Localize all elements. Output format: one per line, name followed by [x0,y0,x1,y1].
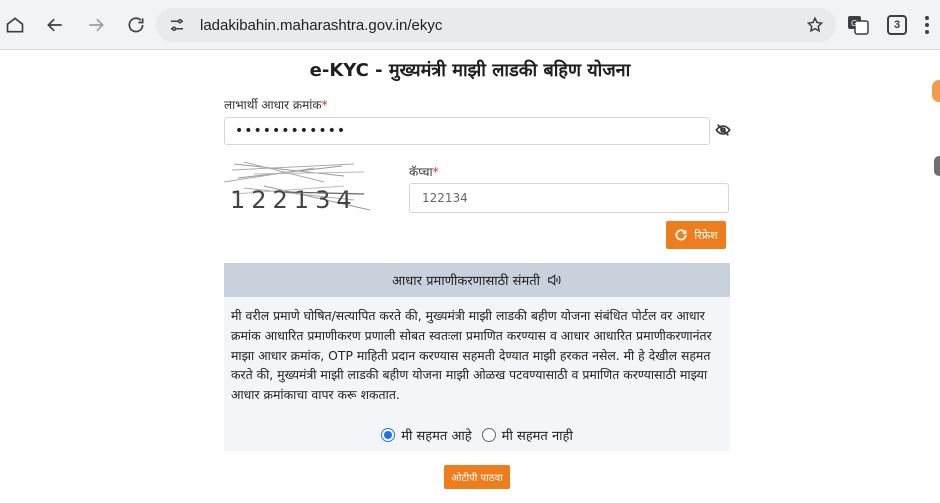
agree-label: मी सहमत आहे [401,429,472,444]
forward-button[interactable] [81,10,111,40]
back-button[interactable] [40,10,70,40]
reload-button[interactable] [121,10,151,40]
captcha-label-text: कॅप्चा [409,165,433,179]
speaker-icon[interactable] [546,272,562,288]
disagree-radio[interactable]: मी सहमत नाही [481,426,573,444]
consent-header: आधार प्रमाणीकरणासाठी संमती [224,263,730,297]
side-widget-gray[interactable] [934,156,940,176]
captcha-input[interactable]: 122134 [409,183,729,213]
translate-icon[interactable]: G [846,13,870,37]
required-mark: * [432,165,439,179]
browser-toolbar: ladakibahin.maharashtra.gov.in/ekyc G 3 [0,0,940,50]
site-settings-icon[interactable] [168,16,186,34]
refresh-icon [675,229,687,241]
captcha-image: 122134 [223,158,374,218]
disagree-radio-circle[interactable] [481,428,496,442]
refresh-label: रिफ्रेश [694,228,718,242]
tab-count-button[interactable]: 3 [887,15,907,35]
home-icon [6,17,24,33]
refresh-button[interactable]: रिफ्रेश [666,221,726,249]
eye-off-icon[interactable] [715,122,731,138]
arrow-left-icon [47,18,62,32]
arrow-right-icon [89,18,104,32]
aadhaar-label-text: लाभार्थी आधार क्रमांक [224,98,322,112]
aadhaar-label: लाभार्थी आधार क्रमांक* [224,96,328,113]
required-mark: * [321,98,328,112]
agree-radio[interactable]: मी सहमत आहे [381,426,472,444]
page-title: e-KYC - मुख्यमंत्री माझी लाडकी बहिण योजन… [309,60,631,81]
menu-dots-icon[interactable] [924,14,930,36]
side-widget-orange[interactable] [932,80,940,102]
agree-radio-circle[interactable] [381,428,396,442]
disagree-label: मी सहमत नाही [501,429,573,444]
reload-icon [128,17,144,33]
svg-text:G: G [851,19,857,28]
consent-text: मी वरील प्रमाणे घोषित/सत्यापित करते की, … [231,308,712,403]
bookmark-star-icon[interactable] [806,16,824,34]
captcha-text: 122134 [230,186,358,214]
consent-radio-group: मी सहमत आहे मी सहमत नाही [0,426,940,444]
send-otp-button[interactable]: ओटीपी पाठवा [444,465,510,489]
consent-header-text: आधार प्रमाणीकरणासाठी संमती [391,274,540,289]
aadhaar-input[interactable]: •••••••••••• [224,117,710,145]
home-button[interactable] [0,10,30,40]
address-bar[interactable]: ladakibahin.maharashtra.gov.in/ekyc [156,8,836,42]
url-text: ladakibahin.maharashtra.gov.in/ekyc [200,16,443,34]
captcha-label: कॅप्चा* [409,163,439,180]
